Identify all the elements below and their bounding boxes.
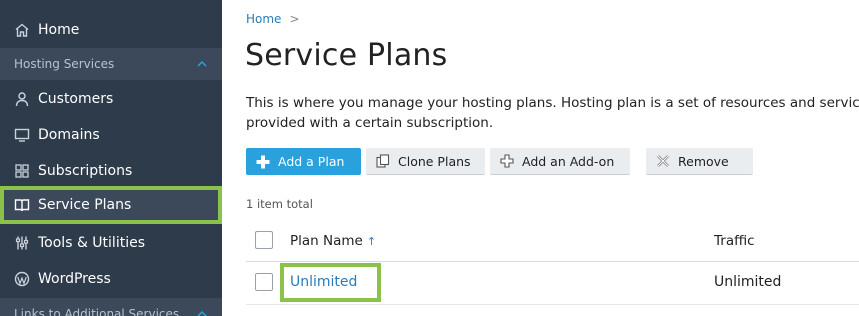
page-description-line: This is where you manage your hosting pl… xyxy=(246,95,859,111)
remove-button[interactable]: Remove xyxy=(646,148,753,175)
sidebar-item-customers[interactable]: Customers xyxy=(0,81,222,117)
chevron-up-icon xyxy=(197,310,207,316)
clone-plans-button[interactable]: Clone Plans xyxy=(366,148,485,175)
add-plan-label: Add a Plan xyxy=(278,154,345,169)
add-addon-button[interactable]: Add an Add-on xyxy=(490,148,630,175)
sidebar-section-links[interactable]: Links to Additional Services xyxy=(0,298,222,316)
sidebar-item-home[interactable]: Home xyxy=(0,12,222,48)
page-description-line: provided with a certain subscription. xyxy=(246,115,494,131)
breadcrumb: Home > xyxy=(246,12,300,26)
item-count: 1 item total xyxy=(246,197,313,211)
sort-ascending-icon: ↑ xyxy=(366,235,377,248)
column-header-plan-name[interactable]: Plan Name ↑ xyxy=(290,233,376,249)
plus-icon xyxy=(256,155,270,169)
page-description: This is where you manage your hosting pl… xyxy=(246,93,859,133)
select-all-checkbox[interactable] xyxy=(255,231,273,249)
page-title: Service Plans xyxy=(245,38,448,73)
sidebar-item-service-plans[interactable]: Service Plans xyxy=(0,186,222,224)
sidebar-item-label: Domains xyxy=(38,127,100,143)
sidebar-item-label: Customers xyxy=(38,91,114,107)
remove-x-icon xyxy=(656,154,670,168)
sidebar-item-label: Service Plans xyxy=(38,197,132,213)
chevron-up-icon xyxy=(197,60,207,67)
sliders-icon xyxy=(13,234,31,252)
column-header-label: Plan Name xyxy=(290,233,363,249)
table-header: Plan Name ↑ Traffic xyxy=(246,225,859,262)
breadcrumb-separator: > xyxy=(289,12,300,26)
row-checkbox[interactable] xyxy=(255,273,273,291)
add-addon-label: Add an Add-on xyxy=(522,153,615,169)
sidebar-item-label: Subscriptions xyxy=(38,163,133,179)
sidebar-item-label: WordPress xyxy=(38,271,111,287)
sidebar-item-wordpress[interactable]: WordPress xyxy=(0,261,222,297)
home-icon xyxy=(13,21,31,39)
plus-outline-icon xyxy=(500,154,514,168)
add-plan-button[interactable]: Add a Plan xyxy=(246,148,361,175)
user-icon xyxy=(13,90,31,108)
sidebar: Home Hosting Services Customers Domains … xyxy=(0,0,222,316)
plan-name-link[interactable]: Unlimited xyxy=(290,274,357,290)
sidebar-section-label: Hosting Services xyxy=(14,57,115,71)
sidebar-item-label: Home xyxy=(38,22,80,38)
book-icon xyxy=(13,196,31,214)
breadcrumb-home-link[interactable]: Home xyxy=(246,12,281,26)
column-header-traffic[interactable]: Traffic xyxy=(714,233,755,249)
grid-icon xyxy=(13,162,31,180)
sidebar-item-subscriptions[interactable]: Subscriptions xyxy=(0,153,222,189)
copy-icon xyxy=(376,154,390,168)
sidebar-item-domains[interactable]: Domains xyxy=(0,117,222,153)
table-row: Unlimited Unlimited xyxy=(246,262,859,305)
monitor-icon xyxy=(13,126,31,144)
main-content: Home > Service Plans This is where you m… xyxy=(222,0,859,316)
remove-label: Remove xyxy=(678,153,729,169)
sidebar-item-label: Tools & Utilities xyxy=(38,235,145,251)
sidebar-item-tools[interactable]: Tools & Utilities xyxy=(0,225,222,261)
sidebar-section-hosting[interactable]: Hosting Services xyxy=(0,48,222,80)
traffic-cell: Unlimited xyxy=(714,274,782,290)
sidebar-section-label: Links to Additional Services xyxy=(14,307,180,316)
clone-plans-label: Clone Plans xyxy=(398,153,471,169)
wordpress-icon xyxy=(13,270,31,288)
